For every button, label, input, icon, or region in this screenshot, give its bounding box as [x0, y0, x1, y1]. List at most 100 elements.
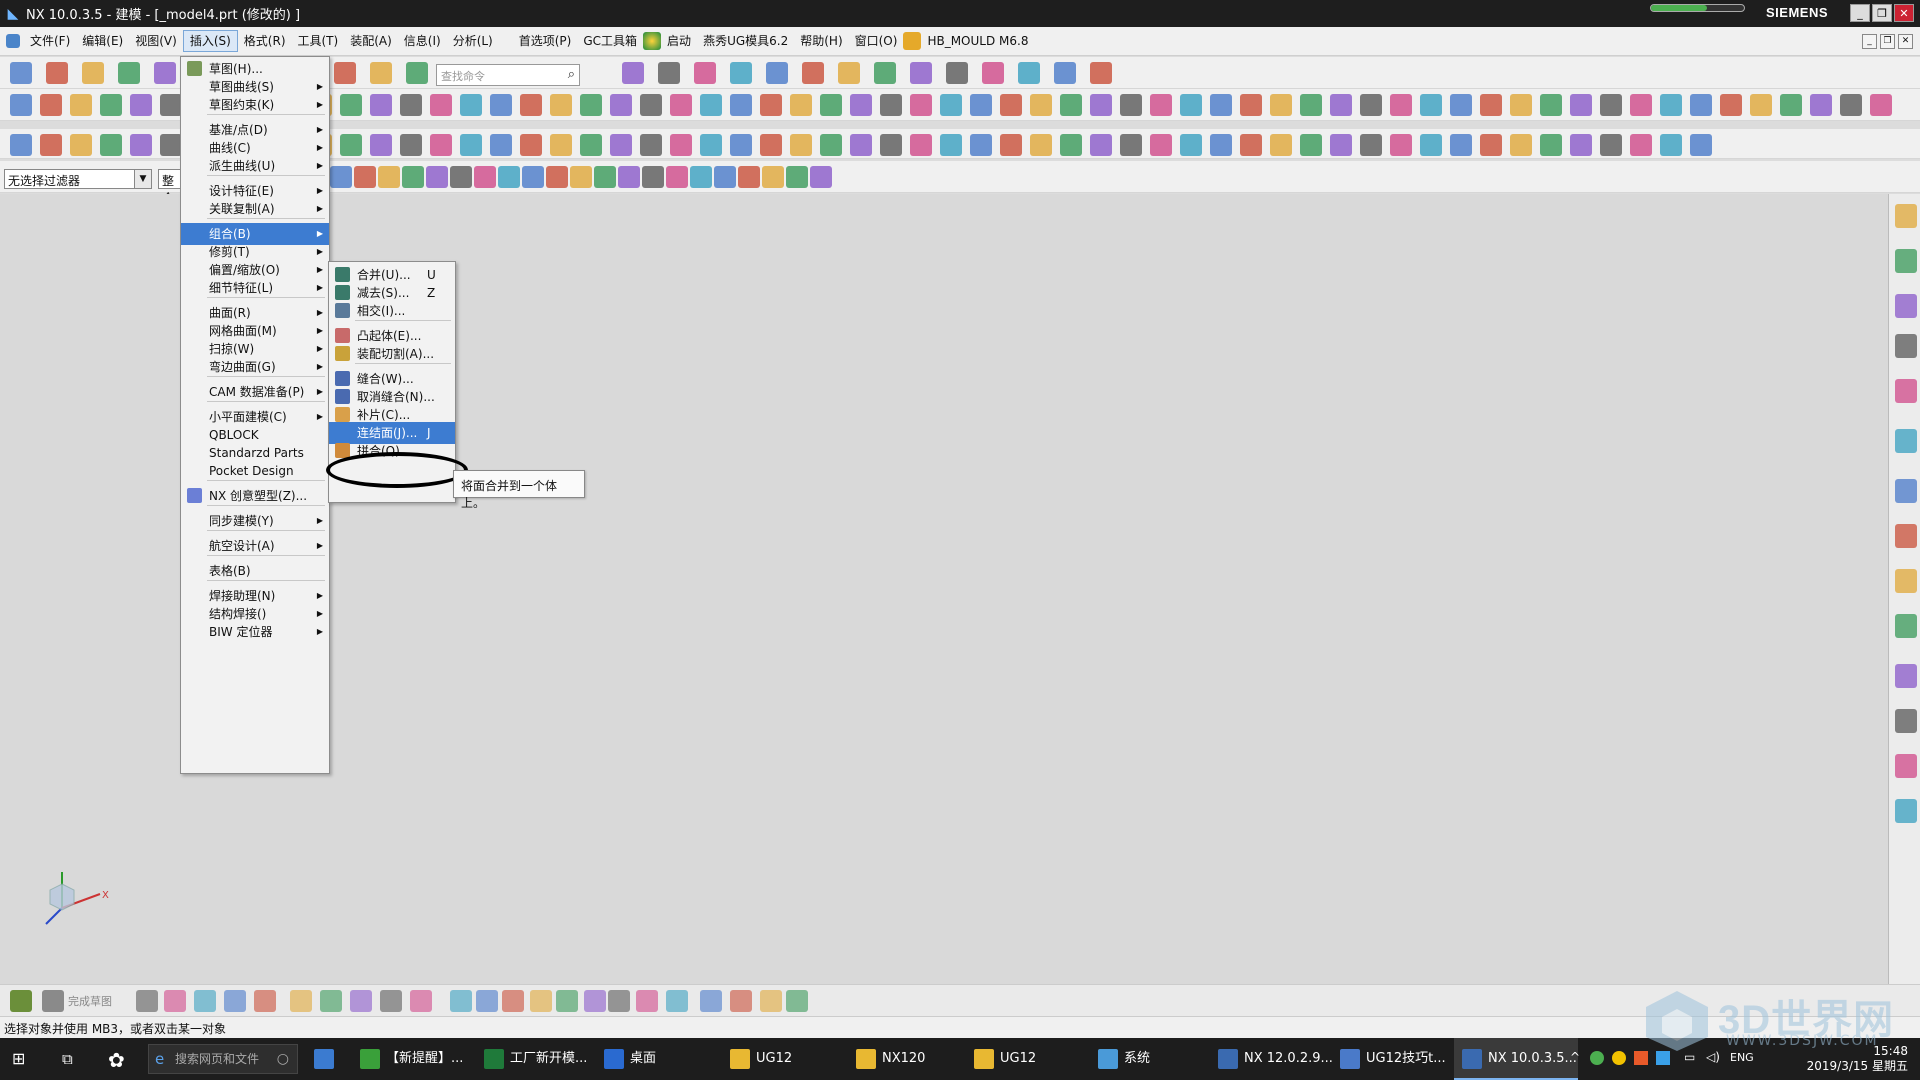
- standard-command-icon[interactable]: [982, 62, 1004, 84]
- curve-command-icon[interactable]: [1630, 134, 1652, 156]
- menu-help[interactable]: 帮助(H): [794, 30, 848, 52]
- standard-command-icon[interactable]: [82, 62, 104, 84]
- selection-command-icon[interactable]: [498, 166, 520, 188]
- taskbar-app-6[interactable]: 系统: [1090, 1038, 1206, 1080]
- feature-command-icon[interactable]: [700, 94, 722, 116]
- clock[interactable]: 15:48 2019/3/15 星期五: [1807, 1044, 1908, 1074]
- feature-command-icon[interactable]: [760, 94, 782, 116]
- menu-tools[interactable]: 工具(T): [292, 30, 345, 52]
- curve-command-icon[interactable]: [40, 134, 62, 156]
- curve-command-icon[interactable]: [1390, 134, 1412, 156]
- menu-format[interactable]: 格式(R): [238, 30, 292, 52]
- curve-command-icon[interactable]: [730, 134, 752, 156]
- standard-command-icon[interactable]: [766, 62, 788, 84]
- minimize-button[interactable]: _: [1850, 4, 1870, 22]
- menu-start[interactable]: 启动: [661, 30, 697, 52]
- standard-command-icon[interactable]: [730, 62, 752, 84]
- insert-menu-item-16[interactable]: CAM 数据准备(P) ▶: [181, 381, 329, 403]
- menu-gc-toolbox[interactable]: GC工具箱: [577, 30, 643, 52]
- insert-menu-item-24[interactable]: 表格(B): [181, 560, 329, 582]
- feature-command-icon[interactable]: [1780, 94, 1802, 116]
- sketch-tool-icon[interactable]: [350, 990, 372, 1012]
- sketch-tool-icon[interactable]: [786, 990, 808, 1012]
- feature-command-icon[interactable]: [1270, 94, 1292, 116]
- feature-command-icon[interactable]: [670, 94, 692, 116]
- menu-analysis[interactable]: 分析(L): [447, 30, 499, 52]
- curve-command-icon[interactable]: [100, 134, 122, 156]
- curve-command-icon[interactable]: [1120, 134, 1142, 156]
- standard-command-icon[interactable]: [10, 62, 32, 84]
- curve-command-icon[interactable]: [610, 134, 632, 156]
- feature-command-icon[interactable]: [130, 94, 152, 116]
- curve-command-icon[interactable]: [1210, 134, 1232, 156]
- feature-command-icon[interactable]: [520, 94, 542, 116]
- curve-command-icon[interactable]: [670, 134, 692, 156]
- fan-app-icon[interactable]: ✿: [108, 1048, 130, 1072]
- sketch-icon[interactable]: [10, 990, 32, 1012]
- tray-app-icon-2[interactable]: [1612, 1051, 1626, 1065]
- nx-menu-icon[interactable]: [6, 34, 20, 48]
- sketch-tool-icon[interactable]: [320, 990, 342, 1012]
- selection-command-icon[interactable]: [810, 166, 832, 188]
- selection-command-icon[interactable]: [738, 166, 760, 188]
- curve-command-icon[interactable]: [70, 134, 92, 156]
- resource-tab-icon[interactable]: [1895, 664, 1917, 688]
- curve-command-icon[interactable]: [970, 134, 992, 156]
- taskbar-app-4[interactable]: NX120: [848, 1038, 960, 1080]
- feature-command-icon[interactable]: [340, 94, 362, 116]
- resource-tab-icon[interactable]: [1895, 249, 1917, 273]
- feature-command-icon[interactable]: [1240, 94, 1262, 116]
- insert-menu-item-2[interactable]: 草图约束(K) ▶: [181, 94, 329, 116]
- curve-command-icon[interactable]: [1510, 134, 1532, 156]
- curve-command-icon[interactable]: [160, 134, 182, 156]
- selection-command-icon[interactable]: [762, 166, 784, 188]
- standard-command-icon[interactable]: [838, 62, 860, 84]
- selection-command-icon[interactable]: [618, 166, 640, 188]
- taskbar-search-input[interactable]: e 搜索网页和文件 ○: [148, 1044, 298, 1074]
- standard-command-icon[interactable]: [370, 62, 392, 84]
- resource-tab-icon[interactable]: [1895, 524, 1917, 548]
- combine-menu-item-4[interactable]: 装配切割(A)...: [329, 343, 455, 365]
- selection-command-icon[interactable]: [594, 166, 616, 188]
- curve-command-icon[interactable]: [700, 134, 722, 156]
- insert-menu-item-5[interactable]: 派生曲线(U) ▶: [181, 155, 329, 177]
- selection-command-icon[interactable]: [330, 166, 352, 188]
- task-view-icon[interactable]: ⧉: [62, 1050, 80, 1068]
- curve-command-icon[interactable]: [490, 134, 512, 156]
- feature-command-icon[interactable]: [1600, 94, 1622, 116]
- curve-command-icon[interactable]: [880, 134, 902, 156]
- curve-command-icon[interactable]: [430, 134, 452, 156]
- insert-menu-item-20[interactable]: Pocket Design: [181, 460, 329, 482]
- menu-information[interactable]: 信息(I): [398, 30, 447, 52]
- feature-command-icon[interactable]: [1180, 94, 1202, 116]
- feature-command-icon[interactable]: [1060, 94, 1082, 116]
- command-search-input[interactable]: 查找命令 ⌕: [436, 64, 580, 86]
- taskbar-app-2[interactable]: 桌面: [596, 1038, 716, 1080]
- insert-menu-item-15[interactable]: 弯边曲面(G) ▶: [181, 356, 329, 378]
- standard-command-icon[interactable]: [334, 62, 356, 84]
- selection-command-icon[interactable]: [570, 166, 592, 188]
- curve-command-icon[interactable]: [1660, 134, 1682, 156]
- feature-command-icon[interactable]: [1090, 94, 1112, 116]
- curve-command-icon[interactable]: [1690, 134, 1712, 156]
- feature-command-icon[interactable]: [1690, 94, 1712, 116]
- selection-filter-dropdown[interactable]: 无选择过滤器 ▼: [4, 169, 152, 189]
- curve-command-icon[interactable]: [520, 134, 542, 156]
- curve-command-icon[interactable]: [790, 134, 812, 156]
- selection-command-icon[interactable]: [690, 166, 712, 188]
- standard-command-icon[interactable]: [622, 62, 644, 84]
- curve-command-icon[interactable]: [1030, 134, 1052, 156]
- volume-icon[interactable]: ◁): [1706, 1050, 1720, 1064]
- curve-command-icon[interactable]: [550, 134, 572, 156]
- selection-command-icon[interactable]: [714, 166, 736, 188]
- feature-command-icon[interactable]: [610, 94, 632, 116]
- sketch-tool-icon[interactable]: [450, 990, 472, 1012]
- selection-command-icon[interactable]: [786, 166, 808, 188]
- feature-command-icon[interactable]: [640, 94, 662, 116]
- curve-command-icon[interactable]: [640, 134, 662, 156]
- curve-command-icon[interactable]: [1150, 134, 1172, 156]
- sketch-tool-icon[interactable]: [502, 990, 524, 1012]
- feature-command-icon[interactable]: [1570, 94, 1592, 116]
- feature-command-icon[interactable]: [1450, 94, 1472, 116]
- sketch-tool-icon[interactable]: [730, 990, 752, 1012]
